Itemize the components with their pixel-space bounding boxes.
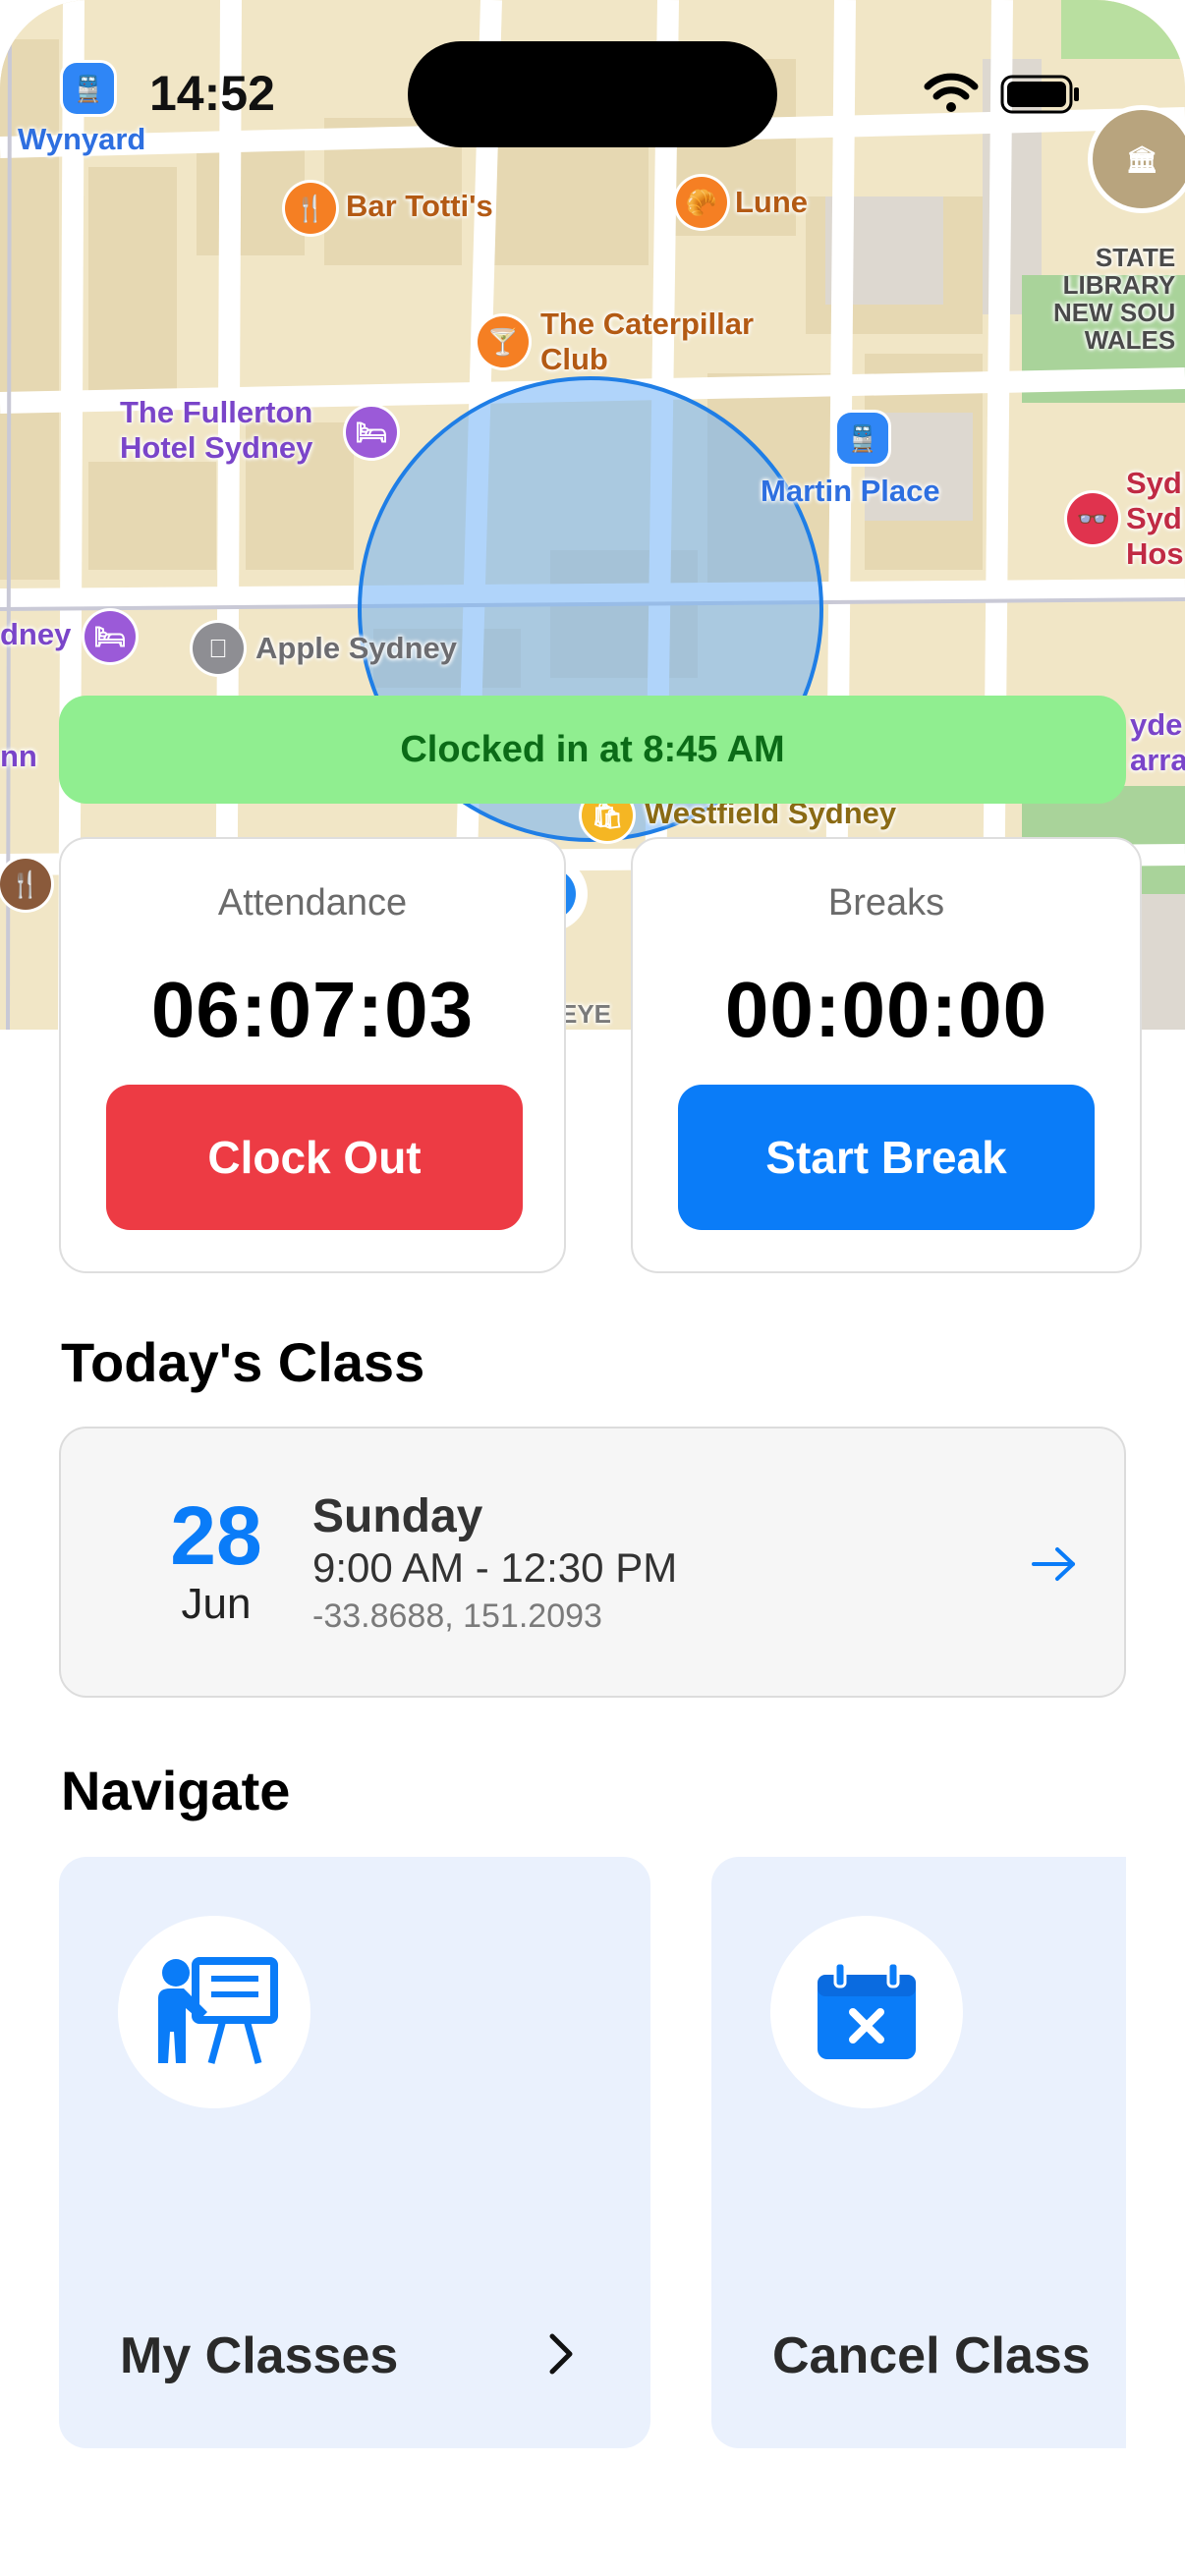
restaurant-icon: 🍴 xyxy=(0,859,51,910)
map-label-bar-tottis: Bar Totti's xyxy=(346,189,493,223)
wifi-icon xyxy=(924,73,979,112)
dynamic-island xyxy=(408,41,777,147)
class-weekday: Sunday xyxy=(312,1490,483,1542)
start-break-button[interactable]: Start Break xyxy=(678,1085,1095,1230)
map-label-syd: Syd Syd Hos xyxy=(1126,466,1184,571)
chevron-right-icon xyxy=(549,2333,573,2375)
map-label-eye: EYE xyxy=(560,999,612,1029)
map-label-nn: nn xyxy=(0,739,37,773)
status-time: 14:52 xyxy=(149,66,275,121)
hotel-icon: 🛏 xyxy=(346,407,397,458)
breaks-timer: 00:00:00 xyxy=(724,966,1048,1053)
teacher-board-icon xyxy=(118,1916,310,2108)
cancel-class-label: Cancel Class xyxy=(772,2327,1091,2384)
my-classes-card[interactable]: My Classes xyxy=(59,1857,650,2448)
map-label-martin-place: Martin Place xyxy=(761,474,940,508)
map-label-library: STATE LIBRARY NEW SOU WALES xyxy=(1053,243,1176,355)
battery-icon xyxy=(1000,75,1079,114)
map-label-apple-sydney: Apple Sydney xyxy=(255,631,457,665)
landmark-photo-icon[interactable]: 🏛 xyxy=(1093,110,1185,208)
map-label-caterpillar: The Caterpillar Club xyxy=(540,307,755,376)
class-date-day: 28 xyxy=(170,1489,262,1582)
cancel-class-card[interactable]: Cancel Class xyxy=(711,1857,1126,2448)
clock-out-button[interactable]: Clock Out xyxy=(106,1085,523,1230)
bakery-icon: 🥐 xyxy=(676,177,727,228)
attendance-label: Attendance xyxy=(217,882,408,924)
todays-class-card[interactable]: 28 Jun Sunday 9:00 AM - 12:30 PM -33.868… xyxy=(59,1427,1126,1698)
my-classes-label: My Classes xyxy=(120,2327,399,2384)
train-icon: 🚆 xyxy=(63,63,114,114)
arrow-right-icon[interactable] xyxy=(1030,1544,1079,1584)
class-time: 9:00 AM - 12:30 PM xyxy=(312,1544,678,1591)
map-label-fullerton: The Fullerton Hotel Sydney xyxy=(120,395,313,465)
calendar-cancel-icon xyxy=(770,1916,963,2108)
attendance-timer: 06:07:03 xyxy=(150,966,475,1053)
optometrist-icon: 👓 xyxy=(1067,493,1118,544)
class-coordinates: -33.8688, 151.2093 xyxy=(312,1597,602,1635)
cocktail-icon: 🍸 xyxy=(478,316,529,367)
navigate-heading: Navigate xyxy=(61,1760,291,1821)
map-label-dney: dney xyxy=(0,617,72,651)
map-label-yde: yde arra xyxy=(1130,707,1185,777)
restaurant-icon: 🍴 xyxy=(285,183,336,234)
hotel-icon: 🛏 xyxy=(85,611,136,662)
map-label-wynyard: Wynyard xyxy=(18,122,146,156)
breaks-label: Breaks xyxy=(827,882,945,924)
breaks-card: Breaks 00:00:00 Start Break xyxy=(631,837,1142,1273)
attendance-card: Attendance 06:07:03 Clock Out xyxy=(59,837,566,1273)
clock-in-status-banner: Clocked in at 8:45 AM xyxy=(59,696,1126,804)
apple-store-icon:  xyxy=(193,623,244,674)
class-date-month: Jun xyxy=(181,1580,252,1628)
map-label-lune: Lune xyxy=(735,185,809,219)
train-icon: 🚆 xyxy=(837,413,888,464)
todays-class-heading: Today's Class xyxy=(61,1331,425,1393)
